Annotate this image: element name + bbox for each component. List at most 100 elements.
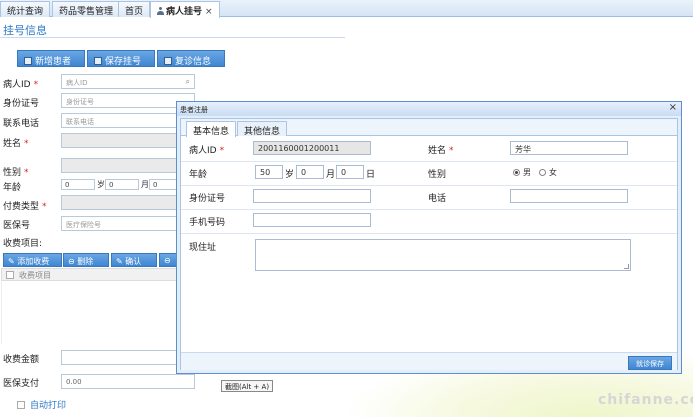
- dialog-age-day-unit: 日: [366, 170, 376, 180]
- user-icon: [157, 7, 164, 15]
- divider: [181, 185, 677, 186]
- insurance-pay-label: 医保支付: [3, 379, 40, 389]
- dialog-titlebar[interactable]: 患者注册 ×: [177, 102, 681, 116]
- divider: [0, 37, 345, 38]
- dialog-age-year-input[interactable]: 50: [255, 165, 283, 179]
- patient-registration-dialog: 患者注册 × 基本信息 其他信息 病人ID * 2001160001200011 …: [176, 101, 682, 374]
- age-month-input[interactable]: 0: [105, 179, 139, 190]
- phone-label: 联系电话: [3, 119, 40, 129]
- save-icon: [94, 57, 102, 65]
- patient-id-label: 病人ID *: [3, 77, 38, 90]
- required-mark: *: [449, 146, 454, 156]
- age-year-unit: 岁: [97, 180, 105, 189]
- auto-print-option[interactable]: 自动打印: [17, 398, 66, 411]
- select-all-checkbox[interactable]: [6, 271, 14, 279]
- document-icon: [164, 57, 172, 65]
- auto-print-checkbox[interactable]: [17, 401, 25, 409]
- divider: [181, 233, 677, 234]
- dialog-mobile-input[interactable]: [253, 213, 371, 227]
- dialog-mobile-label: 手机号码: [189, 218, 226, 228]
- required-mark: *: [24, 168, 29, 178]
- delete-icon: ⊖: [68, 257, 75, 266]
- age-year-input[interactable]: 0: [61, 179, 95, 190]
- required-mark: *: [24, 139, 29, 149]
- placeholder: 联系电话: [66, 118, 94, 126]
- tab-home[interactable]: 首页: [118, 1, 151, 17]
- dialog-title: 患者注册: [180, 106, 208, 114]
- fee-amount-input[interactable]: [61, 350, 195, 365]
- label-text: 付费类型: [3, 202, 40, 212]
- close-icon[interactable]: ×: [669, 102, 677, 113]
- fee-amount-label: 收费金额: [3, 355, 40, 365]
- dialog-address-textarea[interactable]: [255, 239, 631, 271]
- tab-basic-info[interactable]: 基本信息: [186, 121, 237, 137]
- button-label: 新增患者: [35, 57, 72, 67]
- save-registration-button[interactable]: 保存挂号: [87, 50, 155, 67]
- dialog-patient-id-input[interactable]: 2001160001200011: [253, 141, 371, 155]
- phone-input[interactable]: 联系电话: [61, 113, 195, 128]
- gender-radio-female[interactable]: 女: [539, 167, 557, 178]
- visit-save-button[interactable]: 就诊保存: [628, 356, 672, 370]
- dialog-gender-label: 性别: [428, 170, 447, 180]
- fee-table-header: 收费项目: [1, 268, 177, 281]
- divider: [181, 161, 677, 162]
- tab-label: 药品零售管理: [59, 7, 114, 17]
- placeholder: 身份证号: [66, 98, 94, 106]
- dialog-name-input[interactable]: 芳华: [510, 141, 628, 155]
- label-text: 性别: [3, 168, 22, 178]
- dialog-phone-input[interactable]: [510, 189, 628, 203]
- delete-icon: ⊖: [164, 256, 171, 265]
- search-icon[interactable]: ⌕: [186, 77, 190, 87]
- payment-type-label: 付费类型 *: [3, 199, 47, 212]
- radio-button[interactable]: [513, 169, 520, 176]
- payment-type-select[interactable]: [61, 195, 177, 210]
- name-input[interactable]: [61, 133, 195, 148]
- new-patient-button[interactable]: 新增患者: [17, 50, 85, 67]
- revisit-info-button[interactable]: 复诊信息: [157, 50, 225, 67]
- label-text: 姓名: [428, 146, 447, 156]
- gender-select[interactable]: [61, 158, 195, 173]
- tab-patient-registration[interactable]: 病人挂号 ×: [150, 1, 220, 18]
- more-fee-button[interactable]: ⊖: [159, 253, 177, 267]
- button-label: 删除: [77, 257, 94, 266]
- label-text: 病人ID: [189, 146, 217, 156]
- id-card-input[interactable]: 身份证号: [61, 93, 195, 108]
- required-mark: *: [219, 146, 225, 156]
- dialog-address-label: 现住址: [189, 243, 217, 253]
- dialog-footer: 就诊保存: [181, 352, 677, 370]
- dialog-id-card-input[interactable]: [253, 189, 371, 203]
- tab-statistics-query[interactable]: 统计查询: [0, 1, 51, 17]
- dialog-body: 基本信息 其他信息 病人ID * 2001160001200011 姓名 * 芳华 …: [180, 118, 678, 370]
- patient-id-input[interactable]: 病人ID ⌕: [61, 74, 195, 89]
- gender-label: 性别 *: [3, 165, 29, 178]
- insurance-pay-input[interactable]: 0.00: [61, 374, 195, 389]
- delete-fee-button[interactable]: ⊖ 删除: [63, 253, 109, 267]
- edit-icon: ✎: [116, 257, 123, 266]
- age-month-unit: 月: [141, 180, 149, 189]
- dialog-patient-id-label: 病人ID *: [189, 143, 224, 156]
- confirm-fee-button[interactable]: ✎ 确认: [111, 253, 157, 267]
- tab-bar: 统计查询 药品零售管理 首页 病人挂号 ×: [0, 0, 693, 18]
- gender-radio-male[interactable]: 男: [513, 167, 531, 178]
- edit-icon: ✎: [8, 257, 15, 266]
- age-day-input[interactable]: 0: [149, 179, 177, 190]
- tab-drug-retail[interactable]: 药品零售管理: [52, 1, 121, 17]
- column-header: 收费项目: [19, 271, 51, 280]
- label-text: 病人ID: [3, 80, 31, 90]
- add-fee-button[interactable]: ✎ 添加收费: [3, 253, 62, 267]
- radio-button[interactable]: [539, 169, 546, 176]
- close-icon[interactable]: ×: [205, 7, 213, 17]
- required-mark: *: [42, 202, 47, 212]
- dialog-age-month-input[interactable]: 0: [296, 165, 324, 179]
- screenshot-shortcut-button[interactable]: 截图(Alt + A): [221, 380, 274, 392]
- insurance-no-input[interactable]: 医疗保险号: [61, 216, 177, 231]
- insurance-no-label: 医保号: [3, 221, 31, 231]
- dialog-age-day-input[interactable]: 0: [336, 165, 364, 179]
- section-title: 挂号信息: [3, 24, 47, 37]
- name-label: 姓名 *: [3, 136, 29, 149]
- tab-other-info[interactable]: 其他信息: [237, 121, 288, 137]
- watermark: chifanne.com: [598, 392, 693, 408]
- resize-handle-icon[interactable]: [624, 264, 629, 269]
- divider: [181, 209, 677, 210]
- dialog-phone-label: 电话: [428, 194, 447, 204]
